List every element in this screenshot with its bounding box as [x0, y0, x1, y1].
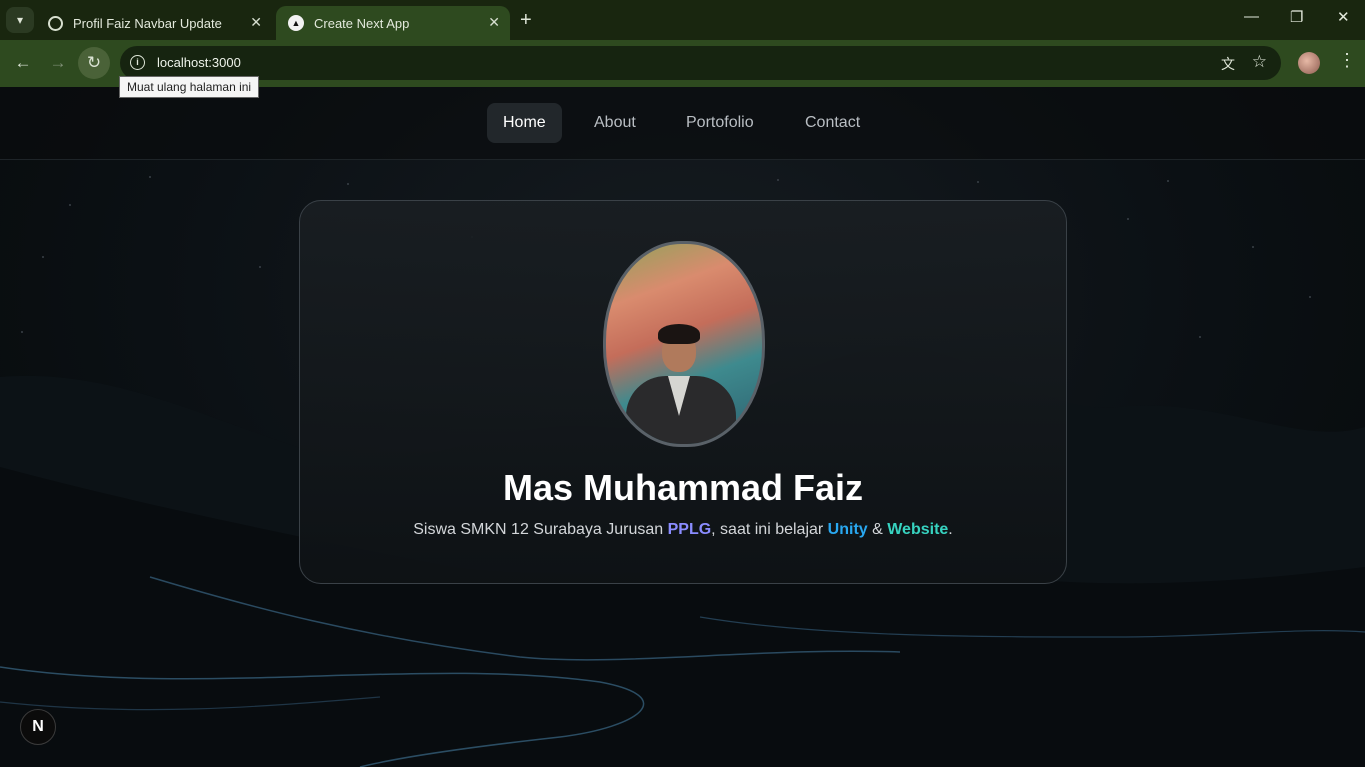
- bio-and: &: [867, 521, 888, 538]
- nav-contact-link[interactable]: Contact: [789, 103, 876, 143]
- profile-card: Mas Muhammad Faiz Siswa SMKN 12 Surabaya…: [299, 200, 1067, 584]
- tab-strip: ▾ Profil Faiz Navbar Update ✕ ▲ Create N…: [0, 0, 1365, 40]
- reload-icon[interactable]: ↻: [78, 47, 110, 79]
- address-bar[interactable]: i localhost:3000 文 ☆: [120, 46, 1281, 80]
- menu-kebab-icon[interactable]: ⋮: [1338, 50, 1356, 71]
- close-tab-icon[interactable]: ✕: [250, 14, 262, 31]
- close-window-icon[interactable]: ✕: [1337, 8, 1350, 26]
- restore-icon[interactable]: ❐: [1290, 8, 1303, 26]
- bio-prefix: Siswa SMKN 12 Surabaya Jurusan: [413, 521, 668, 538]
- chevron-down-icon: ▾: [16, 13, 24, 27]
- translate-icon[interactable]: 文: [1221, 54, 1235, 74]
- tab-search-button[interactable]: ▾: [6, 7, 34, 33]
- nav-about-link[interactable]: About: [578, 103, 652, 143]
- bio-website-highlight: Website: [887, 521, 949, 538]
- new-tab-icon[interactable]: +: [520, 9, 532, 32]
- tab-profil-faiz[interactable]: Profil Faiz Navbar Update ✕: [36, 6, 272, 40]
- bookmark-star-icon[interactable]: ☆: [1252, 52, 1267, 72]
- profile-photo: [603, 241, 765, 447]
- tab-title: Create Next App: [314, 15, 410, 31]
- bio-unity-highlight: Unity: [827, 521, 868, 538]
- tab-create-next-app[interactable]: ▲ Create Next App ✕: [276, 6, 510, 40]
- url-text[interactable]: localhost:3000: [157, 55, 241, 70]
- site-info-icon[interactable]: i: [130, 55, 145, 70]
- photo-person-hair: [658, 324, 700, 344]
- close-tab-icon[interactable]: ✕: [488, 14, 500, 31]
- minimize-icon[interactable]: —: [1244, 8, 1259, 25]
- bio-mid: , saat ini belajar: [711, 521, 828, 538]
- reload-tooltip: Muat ulang halaman ini: [119, 76, 260, 98]
- profile-bio: Siswa SMKN 12 Surabaya Jurusan PPLG, saa…: [300, 521, 1066, 539]
- nextjs-favicon-icon: ▲: [288, 15, 304, 31]
- bio-end: .: [948, 521, 953, 538]
- nav-portofolio-link[interactable]: Portofolio: [670, 103, 770, 143]
- back-icon[interactable]: ←: [8, 50, 38, 76]
- tab-title: Profil Faiz Navbar Update: [73, 15, 222, 31]
- forward-icon[interactable]: →: [43, 50, 73, 76]
- profile-name: Mas Muhammad Faiz: [502, 467, 864, 508]
- tab-favicon-icon: [48, 15, 63, 31]
- bio-major-highlight: PPLG: [667, 521, 712, 538]
- profile-avatar-icon[interactable]: [1298, 52, 1320, 74]
- nextjs-dev-badge[interactable]: N: [20, 709, 56, 745]
- nav-home-link[interactable]: Home: [487, 103, 562, 143]
- page-viewport: Home About Portofolio Contact Mas Muhamm…: [0, 87, 1365, 767]
